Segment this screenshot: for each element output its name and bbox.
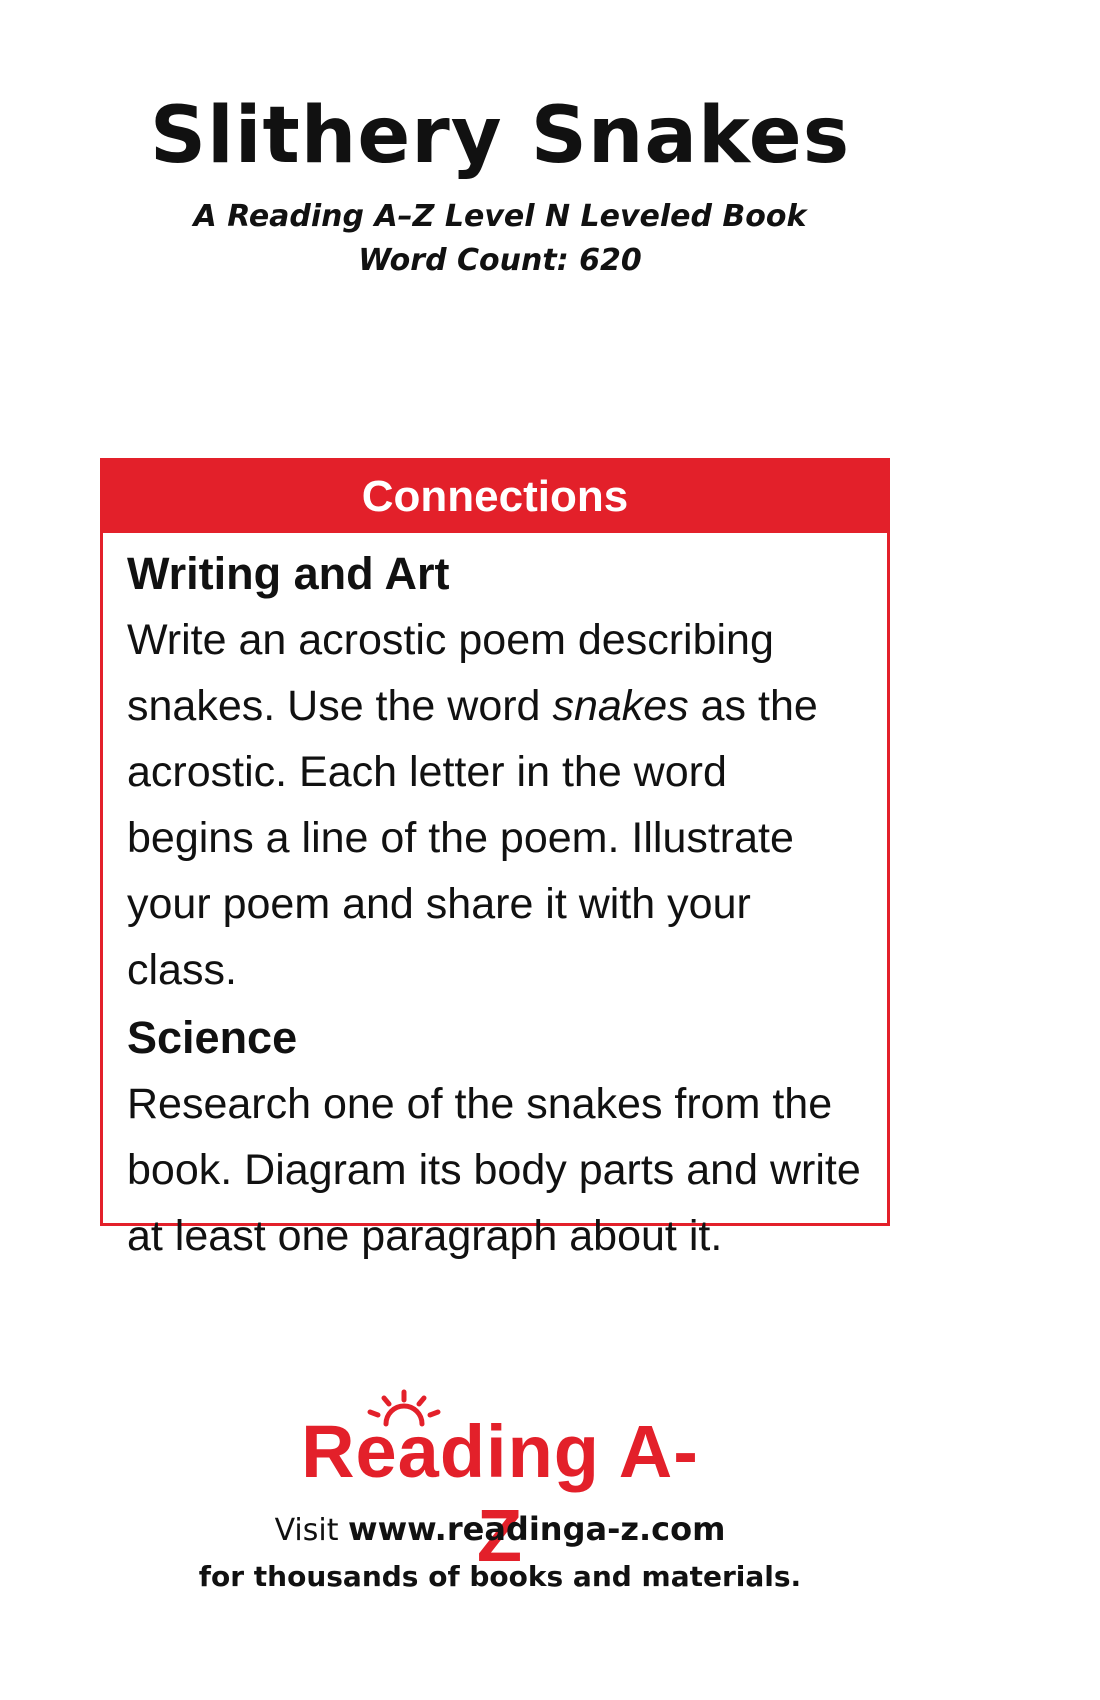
book-level-subtitle: A Reading A–Z Level N Leveled Book <box>193 199 807 234</box>
visit-line: Visit www.readinga-z.com <box>0 1508 1000 1552</box>
section-heading-writing-art: Writing and Art <box>127 548 450 599</box>
connections-header: Connections <box>103 461 887 533</box>
section-text-science: Research one of the snakes from the book… <box>127 1080 861 1260</box>
website-url: www.readinga-z.com <box>348 1510 726 1548</box>
section-heading-science: Science <box>127 1012 298 1063</box>
visit-label: Visit <box>274 1513 349 1548</box>
logo-text: Reading A-Z <box>301 1410 699 1577</box>
section-text-writing-art: Write an acrostic poem describing snakes… <box>127 607 865 1003</box>
connections-body: Writing and Art Write an acrostic poem d… <box>103 533 887 1269</box>
reading-az-logo: Reading A-Z <box>300 1388 700 1577</box>
connections-box: Connections Writing and Art Write an acr… <box>100 458 890 1260</box>
writing-art-emphasis: snakes <box>552 682 689 730</box>
footer-tagline: for thousands of books and materials. <box>198 1560 802 1593</box>
word-count: Word Count: 620 <box>358 243 642 278</box>
book-title: Slithery Snakes <box>149 91 851 181</box>
